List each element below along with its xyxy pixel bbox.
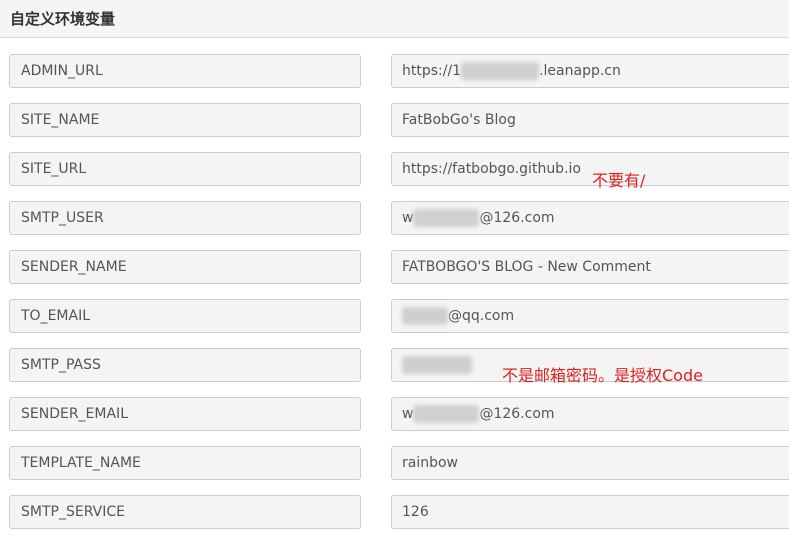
- env-key-text: SMTP_SERVICE: [21, 504, 125, 520]
- env-row-template-name: TEMPLATE_NAME rainbow: [0, 446, 789, 480]
- env-value-suffix: @qq.com: [448, 308, 515, 324]
- env-value-text: FatBobGo's Blog: [402, 112, 516, 128]
- env-value-suffix: @126.com: [479, 210, 555, 226]
- env-row-admin-url: ADMIN_URL https://1 .leanapp.cn: [0, 54, 789, 88]
- env-key-field[interactable]: TO_EMAIL: [9, 299, 361, 333]
- env-key-field[interactable]: SENDER_EMAIL: [9, 397, 361, 431]
- env-key-text: ADMIN_URL: [21, 63, 103, 79]
- env-value-field[interactable]: 126: [391, 495, 789, 529]
- env-key-field[interactable]: ADMIN_URL: [9, 54, 361, 88]
- env-value-text: https://fatbobgo.github.io: [402, 161, 581, 177]
- env-value-prefix: w: [402, 210, 414, 226]
- env-value-field[interactable]: w @126.com: [391, 397, 789, 431]
- env-row-to-email: TO_EMAIL @qq.com: [0, 299, 789, 333]
- env-key-text: TO_EMAIL: [21, 308, 91, 324]
- redacted-blur: [413, 405, 480, 423]
- env-row-sender-email: SENDER_EMAIL w @126.com: [0, 397, 789, 431]
- env-value-field[interactable]: https://1 .leanapp.cn: [391, 54, 789, 88]
- env-value-field[interactable]: w @126.com: [391, 201, 789, 235]
- env-value-text: FATBOBGO'S BLOG - New Comment: [402, 259, 651, 275]
- env-key-text: SITE_NAME: [21, 112, 100, 128]
- env-value-field[interactable]: https://fatbobgo.github.io: [391, 152, 789, 186]
- env-key-field[interactable]: SITE_NAME: [9, 103, 361, 137]
- env-value-suffix: @126.com: [479, 406, 555, 422]
- env-key-text: SENDER_EMAIL: [21, 406, 128, 422]
- env-key-text: SMTP_PASS: [21, 357, 101, 373]
- env-value-field[interactable]: @qq.com: [391, 299, 789, 333]
- env-row-site-name: SITE_NAME FatBobGo's Blog: [0, 103, 789, 137]
- redacted-blur: [413, 209, 480, 227]
- env-key-field[interactable]: SMTP_PASS: [9, 348, 361, 382]
- env-value-prefix: w: [402, 406, 414, 422]
- env-key-field[interactable]: SENDER_NAME: [9, 250, 361, 284]
- env-key-text: SMTP_USER: [21, 210, 104, 226]
- env-row-smtp-service: SMTP_SERVICE 126: [0, 495, 789, 529]
- env-value-field[interactable]: rainbow: [391, 446, 789, 480]
- env-row-sender-name: SENDER_NAME FATBOBGO'S BLOG - New Commen…: [0, 250, 789, 284]
- env-key-field[interactable]: TEMPLATE_NAME: [9, 446, 361, 480]
- env-value-suffix: .leanapp.cn: [539, 63, 621, 79]
- env-row-site-url: SITE_URL https://fatbobgo.github.io: [0, 152, 789, 186]
- redacted-blur: [402, 307, 448, 325]
- env-value-field[interactable]: FATBOBGO'S BLOG - New Comment: [391, 250, 789, 284]
- env-variables-panel: 自定义环境变量 ADMIN_URL https://1 .leanapp.cn S…: [0, 0, 789, 539]
- env-row-smtp-user: SMTP_USER w @126.com: [0, 201, 789, 235]
- site-url-annotation: 不要有/: [592, 171, 646, 190]
- env-key-text: SITE_URL: [21, 161, 87, 177]
- env-key-field[interactable]: SMTP_USER: [9, 201, 361, 235]
- env-value-text: rainbow: [402, 455, 458, 471]
- env-key-text: SENDER_NAME: [21, 259, 127, 275]
- panel-title: 自定义环境变量: [10, 10, 116, 28]
- env-value-field[interactable]: FatBobGo's Blog: [391, 103, 789, 137]
- redacted-blur: [461, 62, 540, 80]
- panel-header: 自定义环境变量: [0, 0, 789, 38]
- env-value-prefix: https://1: [402, 63, 462, 79]
- env-key-text: TEMPLATE_NAME: [21, 455, 141, 471]
- redacted-blur: [402, 356, 472, 374]
- env-value-text: 126: [402, 504, 429, 520]
- env-key-field[interactable]: SMTP_SERVICE: [9, 495, 361, 529]
- env-key-field[interactable]: SITE_URL: [9, 152, 361, 186]
- smtp-pass-annotation: 不是邮箱密码。是授权Code: [502, 366, 703, 385]
